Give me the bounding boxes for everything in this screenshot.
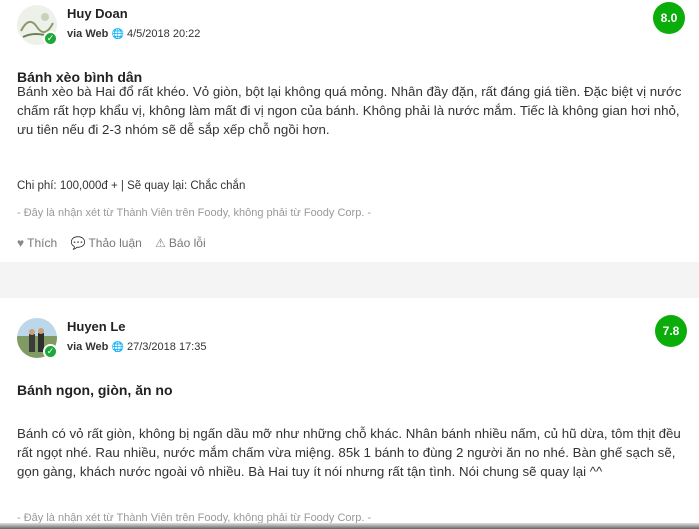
via-source: via Web: [67, 341, 109, 353]
review-body: Bánh xèo bà Hai đổ rất khéo. Vỏ giòn, bộ…: [17, 84, 682, 137]
comment-icon: 💬: [70, 236, 86, 250]
review-datetime: 4/5/2018 20:22: [126, 28, 201, 40]
review-actions: ♥ Thích 💬 Thảo luận ⚠ Báo lỗi: [17, 236, 216, 250]
via-source: via Web: [67, 28, 109, 40]
review-card: ✓ Huyen Le via Web 🌐 27/3/2018 17:35 7.8…: [0, 298, 699, 529]
review-meta: via Web 🌐 27/3/2018 17:35: [67, 341, 206, 353]
disclaimer: - Đây là nhận xét từ Thành Viên trên Foo…: [17, 207, 372, 219]
review-title[interactable]: Bánh ngon, giòn, ăn no: [17, 382, 173, 398]
verified-check-icon: ✓: [43, 344, 58, 359]
warning-icon: ⚠: [155, 236, 166, 250]
score-badge: 8.0: [653, 2, 685, 34]
user-name[interactable]: Huyen Le: [67, 319, 126, 334]
globe-icon: 🌐: [111, 29, 124, 40]
like-button[interactable]: ♥ Thích: [17, 236, 57, 250]
review-datetime: 27/3/2018 17:35: [126, 341, 207, 353]
bottom-shadow: [0, 523, 699, 529]
heart-icon: ♥: [17, 236, 25, 250]
review-card: ✓ Huy Doan via Web 🌐 4/5/2018 20:22 8.0 …: [0, 0, 699, 262]
score-badge: 7.8: [655, 315, 687, 347]
report-button[interactable]: ⚠ Báo lỗi: [155, 236, 205, 250]
verified-check-icon: ✓: [43, 31, 58, 46]
discuss-button[interactable]: 💬 Thảo luận: [70, 236, 141, 250]
globe-icon: 🌐: [111, 342, 124, 353]
user-name[interactable]: Huy Doan: [67, 6, 128, 21]
review-meta: via Web 🌐 4/5/2018 20:22: [67, 28, 200, 40]
cost-line: Chi phí: 100,000đ + | Sẽ quay lại: Chắc …: [17, 180, 246, 192]
review-body: Bánh có vỏ rất giòn, không bị ngấn dầu m…: [17, 426, 681, 479]
